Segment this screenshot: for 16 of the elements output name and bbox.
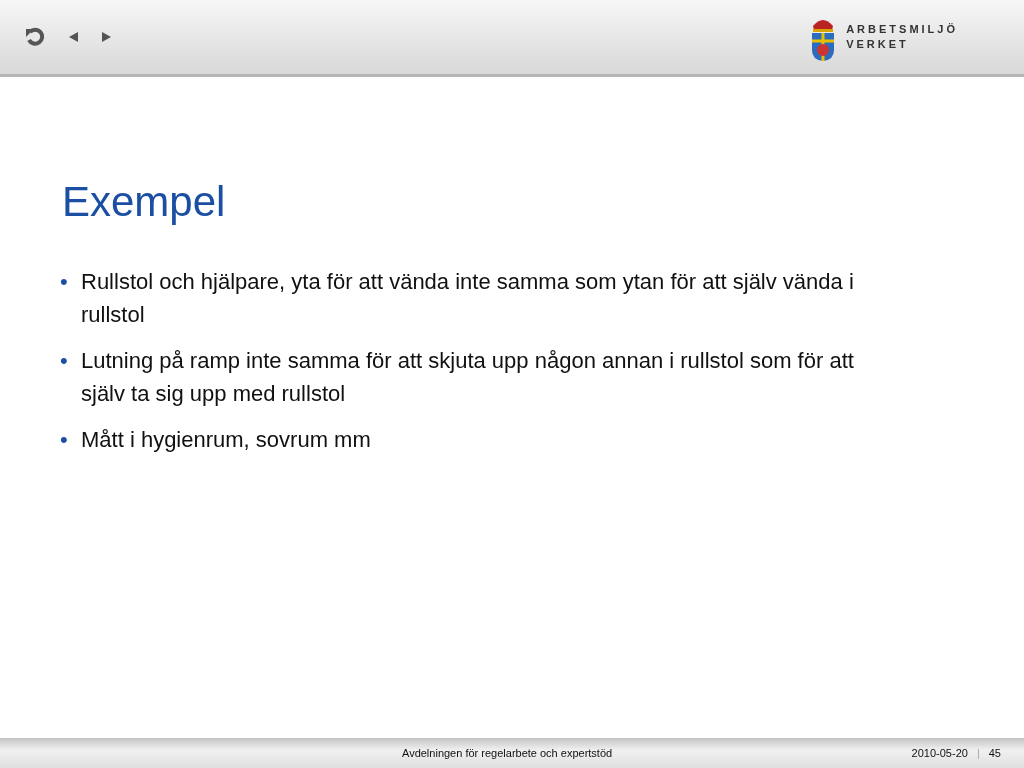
- bullet-marker: •: [60, 268, 69, 296]
- previous-icon[interactable]: [67, 31, 79, 43]
- logo-text: VERKET: [846, 37, 910, 52]
- bullet-marker: •: [60, 426, 69, 454]
- slide-title: Exempel: [61, 177, 227, 223]
- bullet-marker: •: [60, 347, 69, 375]
- reload-icon[interactable]: [25, 27, 45, 47]
- bullet-text: Mått i hygienrum, sovrum mm: [81, 426, 371, 454]
- bullet-text: Rullstol och hjälpare, yta för att vända inte samma som ytan för att själv vända i rullstol: [81, 268, 855, 329]
- slide-date: 2010-05-20: [911, 745, 968, 761]
- page-number: 45: [988, 745, 1001, 761]
- department-name: Avdelningen för regelarbete och expertstöd: [402, 745, 613, 761]
- next-icon[interactable]: [101, 31, 113, 43]
- bullet-text: Lutning på ramp inte samma för att skjuta upp någon annan i rullstol som för att själv ta sig upp med rullstol: [81, 347, 855, 408]
- separator: |: [976, 745, 980, 761]
- logo-text: ARBETSMILJÖ: [846, 22, 958, 37]
